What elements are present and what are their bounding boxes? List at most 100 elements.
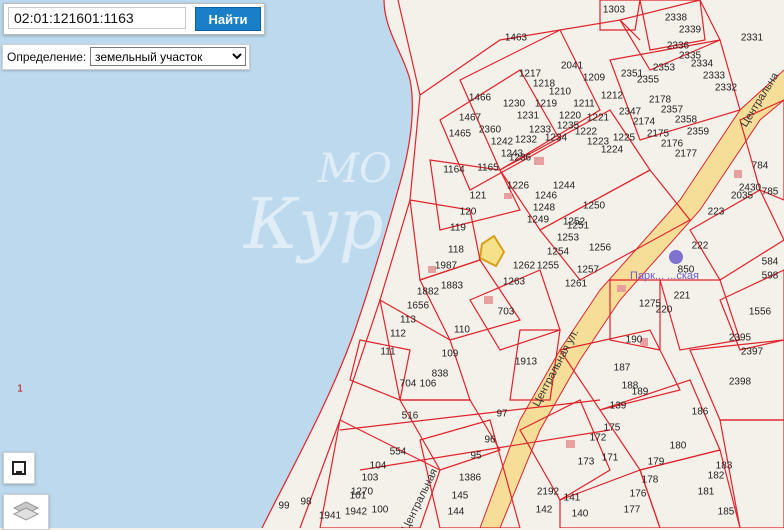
layers-button[interactable] <box>3 494 49 530</box>
parcel-number: 1165 <box>477 163 499 174</box>
parcel-number: 1883 <box>441 281 464 292</box>
search-bar: Найти <box>3 3 265 35</box>
parcel-number: 1882 <box>417 287 440 298</box>
search-button[interactable]: Найти <box>195 7 261 31</box>
parcel-number: 109 <box>442 349 459 360</box>
definition-select[interactable]: земельный участок <box>90 47 246 66</box>
parcel-number: 1252 <box>563 217 586 228</box>
parcel-number: 2333 <box>703 71 726 82</box>
parcel-number: 1257 <box>577 265 600 276</box>
parcel-number: 2339 <box>679 25 702 36</box>
parcel-number: 142 <box>536 505 553 516</box>
parcel-number: 181 <box>698 487 715 498</box>
parcel-number: 2192 <box>537 487 560 498</box>
parcel-number: 2359 <box>687 127 710 138</box>
parcel-number: 186 <box>692 407 709 418</box>
parcel-number: 1221 <box>587 113 610 124</box>
parcel-number: 1212 <box>601 91 624 102</box>
fullscreen-icon <box>12 461 26 475</box>
parcel-number: 1250 <box>583 201 606 212</box>
parcel-number: 119 <box>450 223 466 234</box>
parcel-number: 1231 <box>517 111 540 122</box>
parcel-number: 104 <box>370 461 387 472</box>
parcel-number: 118 <box>448 245 464 256</box>
parcel-number: 785 <box>762 187 779 198</box>
parcel-number: 2355 <box>637 75 660 86</box>
parcel-number: 1941 <box>319 511 342 522</box>
parcel-number: 2174 <box>633 117 656 128</box>
parcel-number: 103 <box>362 473 379 484</box>
definition-label: Определение: <box>7 50 87 64</box>
parcel-number: 177 <box>624 505 641 516</box>
parcel-number: 97 <box>496 409 508 420</box>
parcel-number: 2332 <box>715 83 738 94</box>
parcel-number: 704 <box>400 379 417 390</box>
parcel-number: 110 <box>454 325 470 336</box>
parcel-number: 1261 <box>565 279 588 290</box>
parcel-number: 111 <box>380 347 396 358</box>
parcel-number: 1219 <box>535 99 558 110</box>
parcel-number: 183 <box>716 461 733 472</box>
parcel-number: 2360 <box>479 125 502 136</box>
parcel-number: 1210 <box>549 87 572 98</box>
watermark-bottom: Кур <box>242 183 384 265</box>
parcel-number: 1226 <box>507 181 530 192</box>
parcel-number: 1386 <box>459 473 482 484</box>
parcel-number: 95 <box>470 451 482 462</box>
parcel-number: 1211 <box>573 99 595 110</box>
parcel-number: 1230 <box>503 99 526 110</box>
parcel-number: 98 <box>300 497 312 508</box>
parcel-number: 141 <box>564 493 581 504</box>
parcel-number: 2430 <box>739 183 762 194</box>
parcel-number: 223 <box>708 207 725 218</box>
parcel-number: 1234 <box>545 133 568 144</box>
parcel-number: 189 <box>632 387 649 398</box>
cadastral-search-input[interactable] <box>8 7 186 29</box>
parcel-number: 2358 <box>675 115 698 126</box>
cadastral-map[interactable]: 1 МО Кур 1303146314661467146512171218204… <box>0 0 784 528</box>
parcel-number: 1942 <box>345 507 368 518</box>
parcel-number: 2041 <box>561 61 584 72</box>
parcel-number: 176 <box>630 489 647 500</box>
parcel-number: 1249 <box>527 215 550 226</box>
parcel-number: 113 <box>400 315 416 326</box>
parcel-number: 1913 <box>515 357 538 368</box>
parcel-number: 554 <box>390 447 407 458</box>
parcel-number: 96 <box>484 435 496 446</box>
parcel-number: 187 <box>614 363 631 374</box>
parcel-number: 1254 <box>547 247 570 258</box>
parcel-number: 172 <box>590 433 607 444</box>
parcel-number: 1987 <box>435 261 458 272</box>
parcel-number: 2334 <box>691 59 714 70</box>
parcel-number: 178 <box>642 475 659 486</box>
fullscreen-button[interactable] <box>3 452 35 484</box>
parcel-number: 1253 <box>557 233 580 244</box>
parcel-number: 221 <box>674 291 691 302</box>
parcel-number: 516 <box>402 411 419 422</box>
water-label: 1 <box>17 384 23 395</box>
parcel-number: 784 <box>752 161 769 172</box>
parcel-number: 2331 <box>741 33 764 44</box>
parcel-number: 1242 <box>491 137 514 148</box>
parcel-number: 120 <box>460 207 477 218</box>
parcel-number: 101 <box>350 491 367 502</box>
parcel-number: 1656 <box>407 301 430 312</box>
parcel-number: 1556 <box>749 307 772 318</box>
parcel-number: 2338 <box>665 13 688 24</box>
poi-label: Парк... ...ская <box>630 270 699 282</box>
parcel-number: 112 <box>390 329 406 340</box>
parcel-number: 182 <box>708 471 725 482</box>
parcel-number: 1467 <box>459 113 482 124</box>
parcel-number: 1236 <box>509 153 532 164</box>
parcel-number: 584 <box>762 257 779 268</box>
parcel-number: 145 <box>452 491 469 502</box>
parcel-number: 171 <box>602 453 619 464</box>
parcel-number: 1232 <box>515 135 538 146</box>
parcel-number: 1246 <box>535 191 558 202</box>
parcel-number: 100 <box>372 505 389 516</box>
parcel-number: 1209 <box>583 73 606 84</box>
parcel-number: 106 <box>420 379 437 390</box>
parcel-number: 2397 <box>741 347 764 358</box>
parcel-number: 1465 <box>449 129 472 140</box>
park-marker-icon[interactable] <box>669 250 683 264</box>
